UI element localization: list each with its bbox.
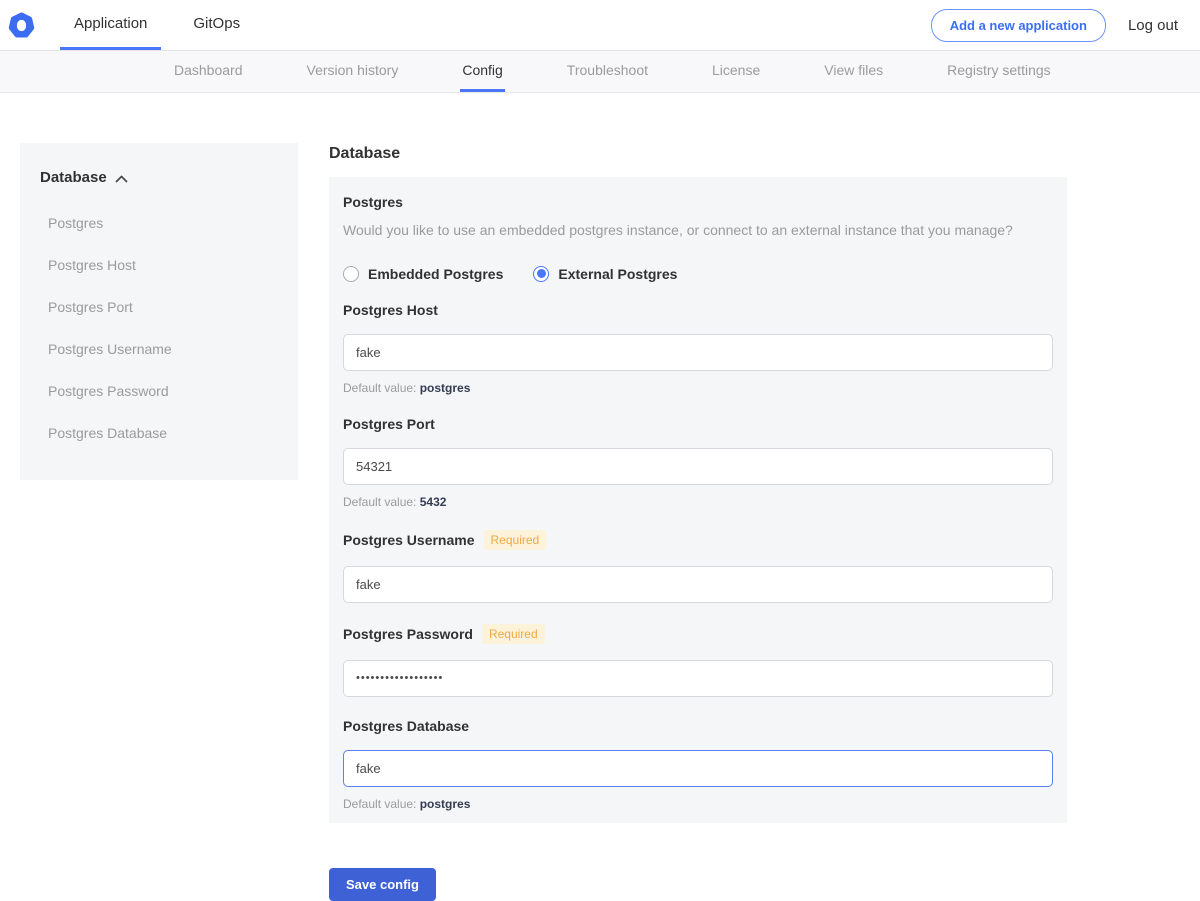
tab-view-files[interactable]: View files [822, 51, 885, 92]
tab-gitops[interactable]: GitOps [179, 0, 254, 50]
save-config-button[interactable]: Save config [329, 868, 436, 901]
postgres-host-label: Postgres Host [343, 302, 438, 318]
field-postgres-database: Postgres Database Default value: postgre… [343, 718, 1053, 811]
sidebar-item-postgres-username[interactable]: Postgres Username [40, 332, 278, 366]
tab-version-history[interactable]: Version history [305, 51, 401, 92]
tab-application-label: Application [74, 15, 147, 32]
kots-logo-icon [8, 12, 35, 39]
required-badge: Required [482, 624, 545, 644]
default-value: 5432 [420, 495, 447, 509]
sidebar-item-postgres[interactable]: Postgres [40, 206, 278, 240]
tab-config[interactable]: Config [460, 51, 504, 92]
radio-embedded-label: Embedded Postgres [368, 266, 503, 282]
config-page: Database Postgres Postgres Host Postgres… [0, 143, 1200, 901]
sidebar-item-postgres-host[interactable]: Postgres Host [40, 248, 278, 282]
postgres-port-default-hint: Default value: 5432 [343, 495, 1053, 509]
required-badge: Required [484, 530, 547, 550]
primary-nav: Application GitOps [51, 0, 263, 50]
postgres-database-label: Postgres Database [343, 718, 469, 734]
default-value: postgres [420, 381, 471, 395]
field-postgres-password: Postgres Password Required [343, 624, 1053, 697]
postgres-password-label: Postgres Password [343, 626, 473, 642]
radio-external-label: External Postgres [558, 266, 677, 282]
field-postgres-host: Postgres Host Default value: postgres [343, 302, 1053, 395]
postgres-host-default-hint: Default value: postgres [343, 381, 1053, 395]
group-help-text: Would you like to use an embedded postgr… [343, 221, 1053, 240]
group-label: Postgres [343, 194, 1053, 210]
tab-troubleshoot[interactable]: Troubleshoot [565, 51, 650, 92]
sidebar-item-postgres-database[interactable]: Postgres Database [40, 416, 278, 450]
radio-selected-icon[interactable] [533, 266, 549, 282]
logout-link[interactable]: Log out [1128, 17, 1178, 34]
config-sidebar: Database Postgres Postgres Host Postgres… [20, 143, 298, 480]
section-title: Database [329, 145, 1067, 163]
default-prefix: Default value: [343, 381, 420, 395]
postgres-database-input[interactable] [343, 750, 1053, 787]
tab-gitops-label: GitOps [193, 15, 240, 32]
top-header: Application GitOps Add a new application… [0, 0, 1200, 51]
tab-registry-settings[interactable]: Registry settings [945, 51, 1052, 92]
add-new-application-button[interactable]: Add a new application [931, 9, 1106, 42]
sidebar-item-postgres-password[interactable]: Postgres Password [40, 374, 278, 408]
tab-application[interactable]: Application [60, 0, 161, 50]
sidebar-item-list: Postgres Postgres Host Postgres Port Pos… [40, 206, 278, 450]
app-subnav: Dashboard Version history Config Trouble… [0, 51, 1200, 93]
field-postgres-port: Postgres Port Default value: 5432 [343, 416, 1053, 509]
sidebar-group-database[interactable]: Database [40, 169, 278, 186]
postgres-port-label: Postgres Port [343, 416, 435, 432]
radio-external-postgres[interactable]: External Postgres [533, 266, 677, 282]
chevron-up-icon [115, 175, 128, 183]
postgres-mode-radio-group: Embedded Postgres External Postgres [343, 266, 1053, 282]
postgres-password-input[interactable] [343, 660, 1053, 697]
field-postgres-username: Postgres Username Required [343, 530, 1053, 603]
sidebar-group-label: Database [40, 169, 107, 186]
postgres-database-default-hint: Default value: postgres [343, 797, 1053, 811]
radio-embedded-postgres[interactable]: Embedded Postgres [343, 266, 503, 282]
default-value: postgres [420, 797, 471, 811]
tab-dashboard[interactable]: Dashboard [172, 51, 245, 92]
default-prefix: Default value: [343, 495, 420, 509]
sidebar-item-postgres-port[interactable]: Postgres Port [40, 290, 278, 324]
config-group-panel: Postgres Would you like to use an embedd… [329, 177, 1067, 823]
default-prefix: Default value: [343, 797, 420, 811]
postgres-username-input[interactable] [343, 566, 1053, 603]
postgres-host-input[interactable] [343, 334, 1053, 371]
radio-unselected-icon[interactable] [343, 266, 359, 282]
config-main: Database Postgres Would you like to use … [329, 143, 1067, 901]
app-logo[interactable] [8, 0, 51, 50]
postgres-username-label: Postgres Username [343, 532, 475, 548]
tab-license[interactable]: License [710, 51, 762, 92]
header-actions: Add a new application Log out [931, 0, 1200, 50]
postgres-port-input[interactable] [343, 448, 1053, 485]
